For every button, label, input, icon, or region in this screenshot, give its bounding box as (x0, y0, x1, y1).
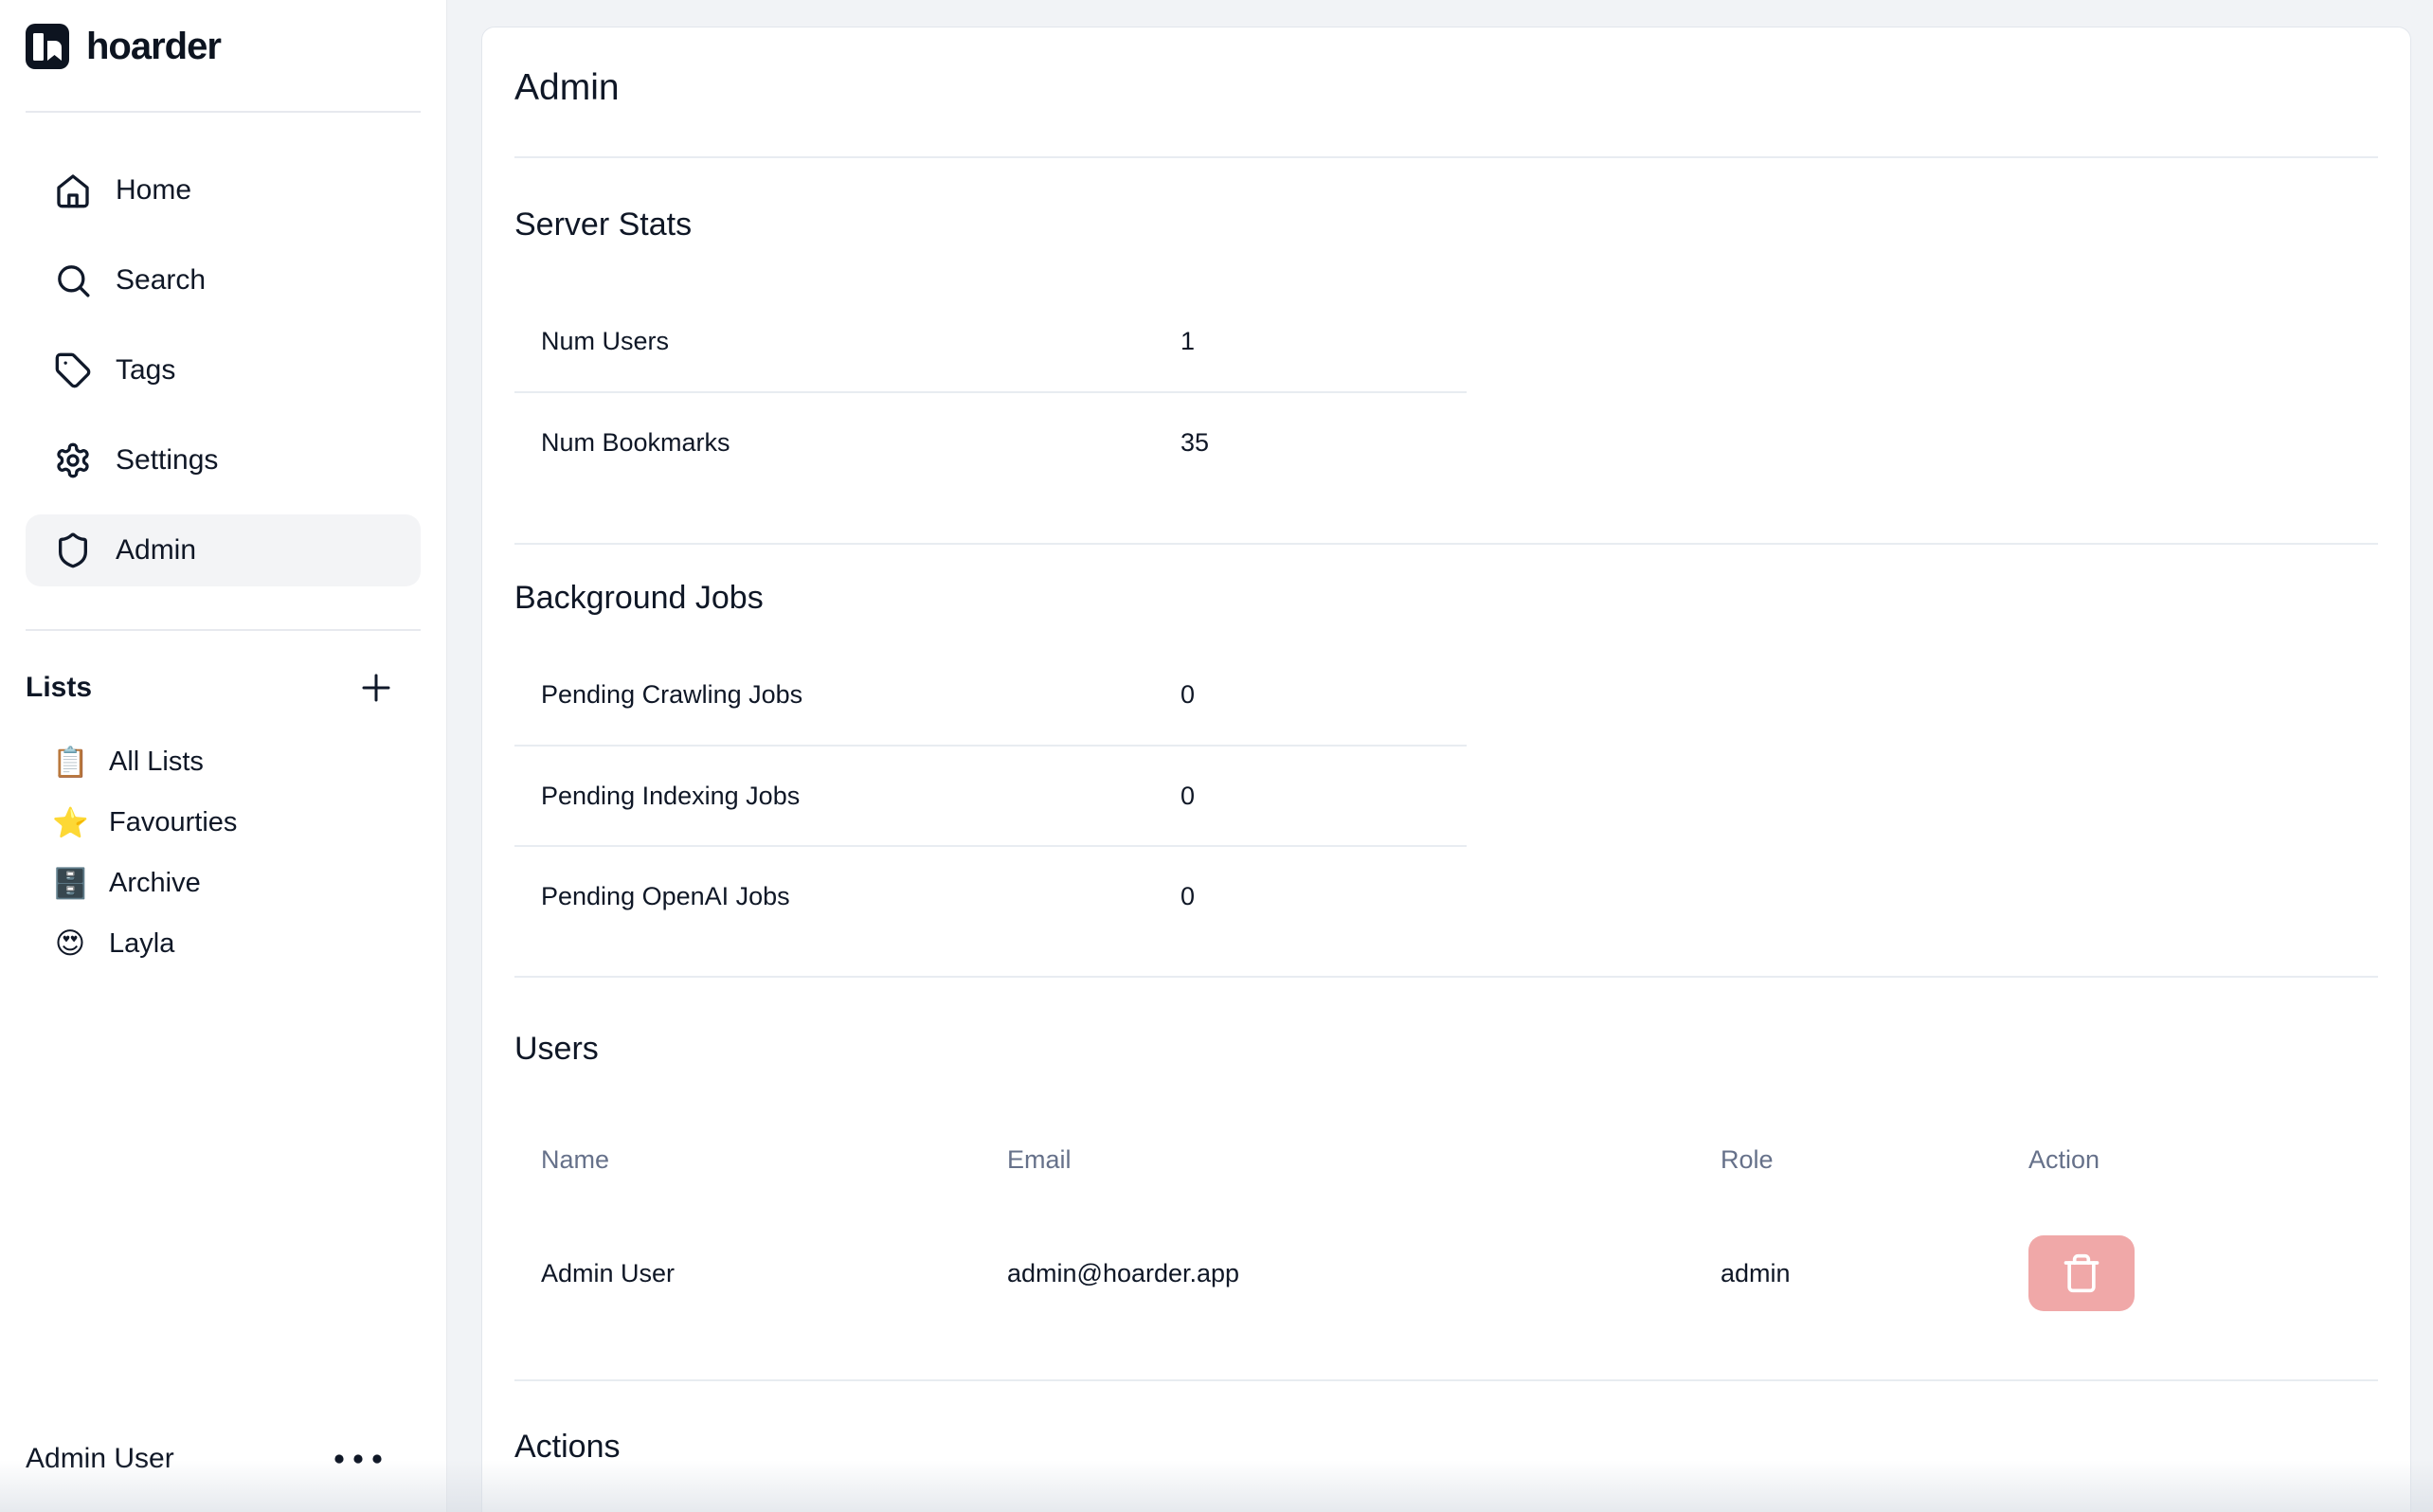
background-jobs-table: Pending Crawling Jobs 0 Pending Indexing… (514, 644, 1467, 945)
table-row: Num Users 1 (514, 291, 1467, 391)
tag-icon (54, 351, 92, 389)
section-divider (514, 543, 2378, 545)
sidebar-item-home[interactable]: Home (26, 154, 421, 226)
users-table: Name Email Role Action Admin User admin@… (514, 1125, 2378, 1352)
users-table-header: Name Email Role Action (514, 1125, 2378, 1195)
stat-label: Pending Crawling Jobs (541, 680, 1180, 710)
list-item-label: Layla (109, 928, 174, 960)
user-role: admin (1721, 1259, 2028, 1288)
stat-label: Pending Indexing Jobs (541, 782, 1180, 811)
background-jobs-title: Background Jobs (514, 579, 2378, 617)
search-icon (54, 261, 92, 299)
clipboard-icon: 📋 (52, 745, 88, 780)
section-divider (514, 156, 2378, 158)
column-header-role: Role (1721, 1145, 2028, 1175)
star-icon: ⭐ (52, 805, 88, 840)
sidebar-item-search[interactable]: Search (26, 244, 421, 316)
admin-page-card: Admin Server Stats Num Users 1 Num Bookm… (481, 27, 2411, 1512)
page-title: Admin (514, 65, 2378, 110)
stat-value: 0 (1180, 782, 1467, 811)
stat-value: 0 (1180, 882, 1467, 911)
app-logo: hoarder (26, 24, 421, 69)
gear-icon (54, 441, 92, 479)
table-row: Pending OpenAI Jobs 0 (514, 845, 1467, 945)
list-item-label: Archive (109, 868, 201, 899)
list-item-all-lists[interactable]: 📋 All Lists (26, 731, 421, 792)
table-row: Admin User admin@hoarder.app admin (514, 1195, 2378, 1352)
sidebar-item-label: Tags (116, 354, 175, 387)
column-header-email: Email (1007, 1145, 1721, 1175)
user-menu-button[interactable] (333, 1453, 383, 1465)
sidebar-item-label: Admin (116, 534, 196, 567)
table-row: Pending Indexing Jobs 0 (514, 745, 1467, 845)
sidebar-item-label: Settings (116, 444, 218, 477)
app-name: hoarder (86, 26, 221, 68)
list-item-label: All Lists (109, 747, 204, 778)
stat-value: 0 (1180, 680, 1467, 710)
list-item-label: Favourties (109, 807, 237, 838)
users-title: Users (514, 1030, 2378, 1068)
sidebar-item-admin[interactable]: Admin (26, 514, 421, 586)
stat-label: Num Bookmarks (541, 428, 1180, 458)
user-email: admin@hoarder.app (1007, 1259, 1721, 1288)
column-header-action: Action (2028, 1145, 2378, 1175)
sidebar-item-label: Home (116, 174, 191, 207)
sidebar-divider (26, 111, 421, 113)
lists-title: Lists (26, 672, 92, 704)
home-icon (54, 171, 92, 209)
lists: 📋 All Lists ⭐ Favourties 🗄️ Archive 😍 La… (26, 731, 421, 974)
list-item-archive[interactable]: 🗄️ Archive (26, 853, 421, 913)
list-item-favourties[interactable]: ⭐ Favourties (26, 792, 421, 853)
sidebar-item-label: Search (116, 264, 206, 297)
list-item-layla[interactable]: 😍 Layla (26, 913, 421, 974)
file-cabinet-icon: 🗄️ (52, 866, 88, 901)
server-stats-table: Num Users 1 Num Bookmarks 35 (514, 291, 1467, 492)
sidebar-divider (26, 629, 421, 631)
server-stats-title: Server Stats (514, 206, 2378, 243)
sidebar-nav: Home Search Tags Settings (26, 154, 421, 586)
stat-value: 35 (1180, 428, 1467, 458)
sidebar-item-tags[interactable]: Tags (26, 334, 421, 406)
heart-eyes-icon: 😍 (52, 927, 88, 961)
column-header-name: Name (541, 1145, 1007, 1175)
add-list-button[interactable] (360, 672, 392, 704)
table-row: Pending Crawling Jobs 0 (514, 644, 1467, 745)
trash-icon (2061, 1252, 2102, 1294)
delete-user-button[interactable] (2028, 1235, 2135, 1311)
stat-value: 1 (1180, 327, 1467, 356)
actions-title: Actions (514, 1428, 2378, 1466)
ellipsis-icon (333, 1453, 383, 1465)
user-name: Admin User (541, 1259, 1007, 1288)
sidebar: hoarder Home Search Tags (0, 0, 447, 1512)
stat-label: Num Users (541, 327, 1180, 356)
lists-header: Lists (26, 665, 421, 711)
hoarder-logo-icon (26, 24, 69, 69)
sidebar-footer: Admin User (26, 1431, 421, 1487)
stat-label: Pending OpenAI Jobs (541, 882, 1180, 911)
shield-icon (54, 531, 92, 569)
section-divider (514, 1379, 2378, 1381)
plus-icon (360, 672, 392, 704)
current-user-name: Admin User (26, 1443, 174, 1475)
table-row: Num Bookmarks 35 (514, 391, 1467, 492)
sidebar-item-settings[interactable]: Settings (26, 424, 421, 496)
section-divider (514, 976, 2378, 978)
